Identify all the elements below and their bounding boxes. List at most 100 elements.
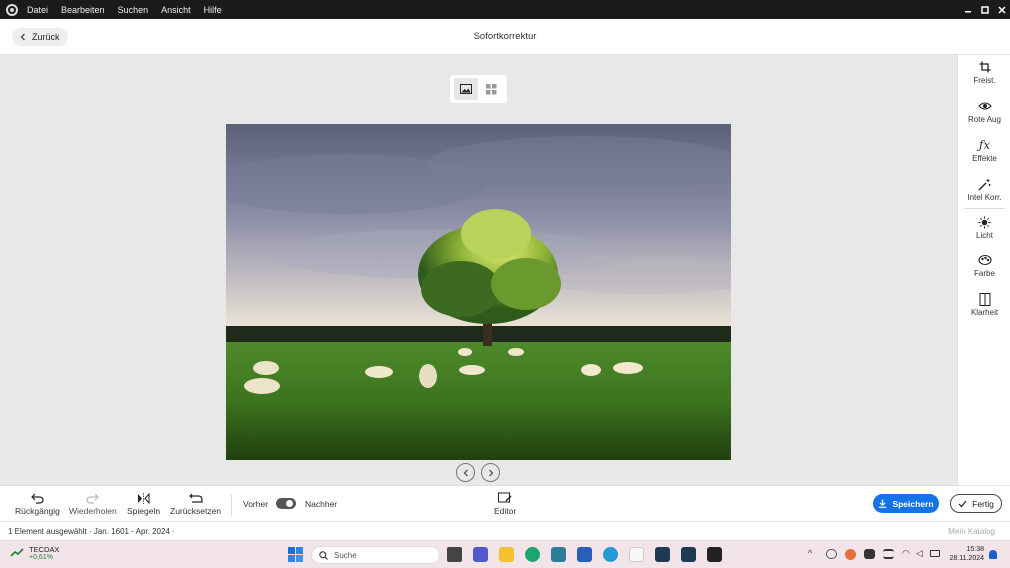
chevron-up-icon[interactable]: ^: [808, 548, 812, 558]
reset-label: Zurücksetzen: [170, 506, 222, 516]
store-icon[interactable]: [551, 547, 566, 562]
photo-canvas: [0, 55, 957, 485]
sun-icon: [958, 214, 1010, 230]
wifi-icon[interactable]: ◠: [902, 548, 910, 559]
menu-suchen[interactable]: Suchen: [118, 5, 149, 15]
speaker-icon[interactable]: ◁: [916, 548, 923, 559]
redo-label: Wiederholen: [69, 506, 117, 516]
status-bar: 1 Element ausgewählt · Jan. 1601 - Apr. …: [0, 521, 1010, 540]
windows-start-icon[interactable]: [288, 547, 303, 562]
notification-bell-icon[interactable]: [989, 550, 997, 559]
before-after-toggle[interactable]: [276, 498, 296, 509]
tray-app-icon[interactable]: [845, 549, 856, 560]
stock-trend-icon: [10, 548, 24, 557]
red-eye-icon: [958, 98, 1010, 114]
before-label: Vorher: [243, 499, 269, 509]
app-logo-icon: [6, 3, 18, 16]
tray-bars-icon[interactable]: [864, 549, 875, 559]
teams-icon[interactable]: [473, 547, 488, 562]
organizer-icon[interactable]: [707, 547, 722, 562]
redo-icon: [69, 491, 117, 505]
adjustment-panel: Freist. Rote Aug ƒx Effekte Intel Korr. …: [957, 55, 1010, 485]
catalog-label[interactable]: Mein Katalog: [948, 527, 995, 536]
grid-icon[interactable]: [479, 78, 503, 100]
single-image-icon[interactable]: [453, 78, 478, 100]
edge-browser-icon[interactable]: [525, 547, 540, 562]
tool-clarity[interactable]: Klarheit: [958, 291, 1010, 317]
menu-bar: Datei Bearbeiten Suchen Ansicht Hilfe: [0, 0, 1010, 19]
after-label: Nachher: [305, 499, 338, 509]
clock-date: 28.11.2024: [949, 555, 984, 562]
menu-hilfe[interactable]: Hilfe: [204, 5, 222, 15]
flip-button[interactable]: Spiegeln: [127, 491, 160, 516]
tool-separator: [964, 208, 1005, 209]
image-navigation: [456, 463, 500, 482]
toolbar-divider: [231, 494, 232, 516]
crop-icon: [958, 59, 1010, 75]
tool-light[interactable]: Licht: [958, 214, 1010, 240]
tool-red-eye[interactable]: Rote Aug: [958, 98, 1010, 124]
premiere-elements-icon[interactable]: [681, 547, 696, 562]
undo-label: Rückgängig: [15, 506, 60, 516]
ticker-name: TECDAX: [29, 545, 60, 554]
tool-effects[interactable]: ƒx Effekte: [958, 137, 1010, 163]
menu-ansicht[interactable]: Ansicht: [161, 5, 191, 15]
tool-crop-label: Freist.: [973, 76, 996, 85]
taskbar-search[interactable]: Suche: [311, 546, 440, 564]
color-icon: [958, 252, 1010, 268]
tool-clarity-label: Klarheit: [970, 308, 999, 317]
photo-preview: [226, 124, 731, 460]
menu-bearbeiten[interactable]: Bearbeiten: [61, 5, 105, 15]
done-button-label: Fertig: [972, 498, 994, 509]
flip-icon: [127, 491, 160, 505]
file-explorer-icon[interactable]: [499, 547, 514, 562]
ticker-change: +0,61%: [29, 554, 53, 561]
tool-effects-label: Effekte: [972, 154, 997, 163]
next-image-button[interactable]: [481, 463, 500, 482]
task-view-icon[interactable]: [447, 547, 462, 562]
reset-button[interactable]: Zurücksetzen: [170, 491, 221, 516]
cloud-icon[interactable]: [826, 549, 837, 559]
menu-datei[interactable]: Datei: [27, 5, 48, 15]
editor-button[interactable]: Editor: [494, 491, 516, 516]
undo-icon: [15, 491, 60, 505]
tool-crop[interactable]: Freist.: [958, 59, 1010, 85]
download-icon: [879, 499, 887, 508]
chart-app-icon[interactable]: [577, 547, 592, 562]
undo-button[interactable]: Rückgängig: [15, 491, 60, 516]
magic-wand-icon: [958, 176, 1010, 192]
view-toggle: [450, 75, 507, 103]
tool-smart-fix-label: Intel Korr.: [967, 193, 1002, 202]
save-button[interactable]: Speichern: [873, 494, 939, 513]
clock-time: 15:38: [966, 546, 984, 553]
previous-image-button[interactable]: [456, 463, 475, 482]
reset-icon: [170, 491, 221, 505]
notepad-icon[interactable]: [629, 547, 644, 562]
page-title: Sofortkorrektur: [473, 31, 537, 42]
editor-label: Editor: [494, 506, 517, 516]
tool-light-label: Licht: [976, 231, 993, 240]
chevron-left-icon: [463, 469, 468, 476]
tool-color[interactable]: Farbe: [958, 252, 1010, 278]
redo-button[interactable]: Wiederholen: [69, 491, 117, 516]
battery-icon[interactable]: [930, 550, 940, 557]
done-button[interactable]: Fertig: [950, 494, 1002, 513]
minimize-icon[interactable]: [959, 0, 976, 19]
photoshop-elements-icon[interactable]: [655, 547, 670, 562]
tool-red-eye-label: Rote Aug: [968, 115, 1001, 124]
windows-taskbar: TECDAX +0,61% Suche ^ ◠ ◁ 15:38 28.11.20…: [0, 540, 1010, 568]
selection-status: 1 Element ausgewählt · Jan. 1601 - Apr. …: [8, 526, 175, 536]
chat-app-icon[interactable]: [603, 547, 618, 562]
flip-label: Spiegeln: [127, 506, 161, 516]
stock-widget[interactable]: TECDAX +0,61%: [10, 545, 59, 561]
tray-settings-icon[interactable]: [883, 549, 894, 559]
restore-icon[interactable]: [976, 0, 993, 19]
bottom-toolbar: Rückgängig Wiederholen Spiegeln Zurückse…: [0, 485, 1010, 521]
system-clock[interactable]: 15:38 28.11.2024: [946, 545, 984, 563]
tool-smart-fix[interactable]: Intel Korr.: [958, 176, 1010, 202]
clarity-icon: [958, 291, 1010, 307]
close-icon[interactable]: [993, 0, 1010, 19]
search-icon: [319, 550, 328, 560]
fx-icon: ƒx: [978, 138, 991, 152]
editor-icon: [494, 491, 516, 505]
